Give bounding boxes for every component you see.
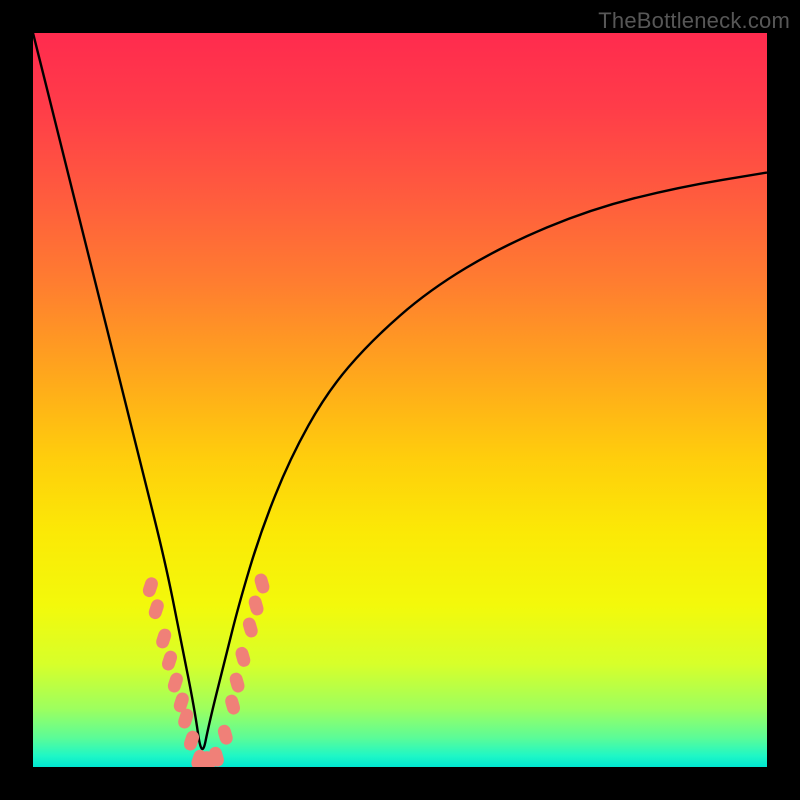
chart-container: TheBottleneck.com [0, 0, 800, 800]
bottleneck-curve [33, 33, 767, 749]
marker-point [160, 649, 179, 672]
marker-point [147, 598, 166, 621]
marker-point [166, 671, 185, 694]
marker-point [253, 572, 271, 595]
marker-point [247, 594, 265, 617]
marker-point [224, 693, 242, 716]
plot-area [33, 33, 767, 767]
marker-point [241, 616, 259, 639]
marker-point [228, 671, 246, 694]
chart-svg [33, 33, 767, 767]
marker-point [141, 576, 160, 599]
watermark-text: TheBottleneck.com [598, 8, 790, 34]
marker-point [234, 645, 252, 668]
marker-point [216, 723, 234, 746]
marker-point [154, 627, 173, 650]
